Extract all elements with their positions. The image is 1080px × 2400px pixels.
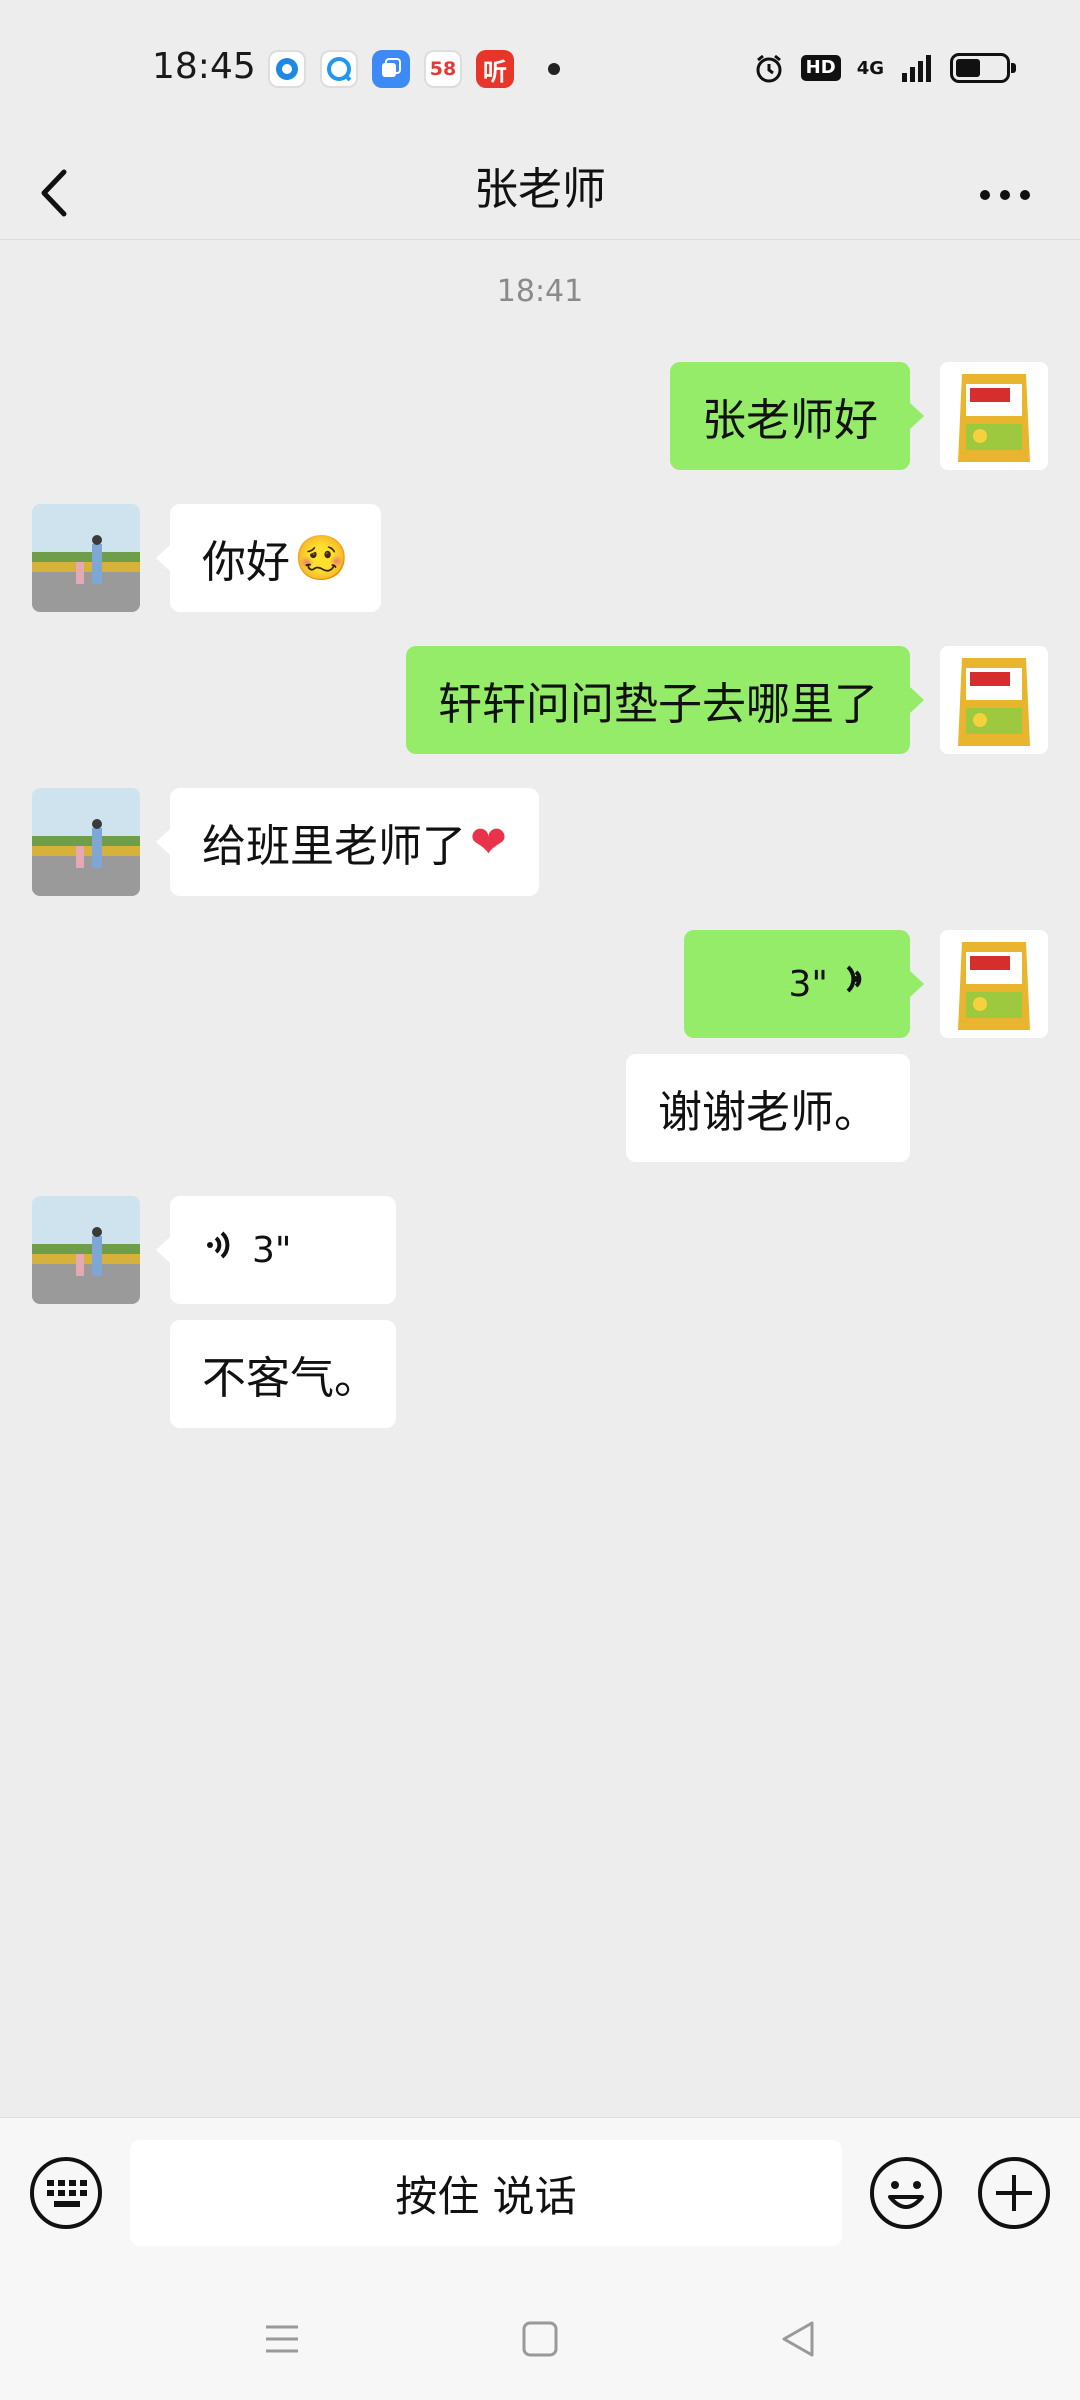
contact-avatar[interactable] [32,788,140,896]
message-bubble-received[interactable]: 你好 🥴 [156,504,381,612]
more-functions-button[interactable] [976,2155,1052,2231]
voice-transcript-received[interactable]: 不客气。 [170,1320,396,1428]
product-bag-avatar-icon [940,362,1048,470]
message-text: 轩轩问问垫子去哪里了 [438,679,878,730]
status-right-icons: HD 4G [753,52,1016,84]
more-notifications-dot [548,63,560,75]
dizzy-face-emoji-icon: 🥴 [294,533,349,584]
message-bubble-sent[interactable]: 张老师好 [670,362,924,470]
message-text: 你好 [202,537,290,588]
voice-transcript-sent[interactable]: 谢谢老师。 [626,1054,910,1162]
listen-app-icon: 听 [476,50,514,88]
chat-header: 张老师 [0,140,1080,240]
square-home-icon [522,2321,558,2357]
triangle-back-icon [782,2321,814,2357]
message-text: 谢谢老师。 [658,1087,878,1138]
contact-avatar[interactable] [32,504,140,612]
menu-nav-button[interactable] [260,2317,304,2361]
message-text: 给班里老师了 [202,821,466,872]
my-avatar[interactable] [940,362,1048,470]
status-time: 18:45 [152,46,256,87]
message-bubble-received[interactable]: 给班里老师了 ❤ [156,788,539,896]
browser-app-icon [268,50,306,88]
message-bubble-sent[interactable]: 轩轩问问垫子去哪里了 [406,646,924,754]
more-dots-icon [980,190,1030,200]
keyboard-toggle-button[interactable] [28,2155,104,2231]
system-nav-bar [0,2277,1080,2400]
photo-avatar-icon [32,788,140,896]
contact-avatar[interactable] [32,1196,140,1304]
message-text: 张老师好 [702,395,878,446]
hd-icon: HD [800,55,841,81]
qq-browser-app-icon [320,50,358,88]
battery-icon [950,53,1016,83]
home-nav-button[interactable] [518,2317,562,2361]
status-bar: 18:45 58 听 HD 4G [0,0,1080,140]
keyboard-icon [30,2157,102,2229]
plus-circle-icon [978,2157,1050,2229]
58-app-icon: 58 [424,50,462,88]
photo-avatar-icon [32,1196,140,1304]
voice-wave-icon [202,1223,238,1278]
smiley-icon [870,2157,942,2229]
more-options-button[interactable] [970,160,1040,220]
photo-avatar-icon [32,504,140,612]
multitask-app-icon [372,50,410,88]
voice-duration: 3" [252,1229,292,1271]
chat-input-bar: 按住 说话 [0,2117,1080,2277]
product-bag-avatar-icon [940,646,1048,754]
voice-duration: 3" [788,963,828,1005]
heart-emoji-icon: ❤ [470,816,507,868]
hold-to-talk-button[interactable]: 按住 说话 [130,2140,842,2246]
network-type: 4G [856,57,884,79]
chat-title: 张老师 [474,164,606,215]
notification-icons: 58 听 [268,50,560,88]
signal-icon [902,55,931,82]
my-avatar[interactable] [940,930,1048,1038]
hamburger-icon [266,2325,298,2353]
chat-timestamp: 18:41 [496,274,584,309]
voice-wave-icon [842,957,878,1012]
voice-message-sent[interactable]: 3" [684,930,924,1038]
product-bag-avatar-icon [940,930,1048,1038]
voice-message-received[interactable]: 3" [156,1196,396,1304]
back-nav-button[interactable] [776,2317,820,2361]
emoji-button[interactable] [868,2155,944,2231]
message-text: 不客气。 [202,1353,378,1404]
alarm-icon [756,54,782,83]
my-avatar[interactable] [940,646,1048,754]
